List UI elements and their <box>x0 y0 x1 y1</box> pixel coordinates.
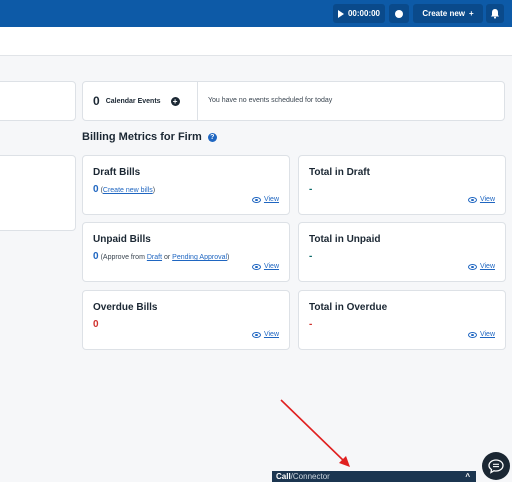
chevron-up-icon[interactable]: ^ <box>465 471 470 482</box>
connector-label-rest: /Connector <box>290 472 330 481</box>
chat-button[interactable] <box>482 452 510 480</box>
arrow-annotation <box>280 399 350 467</box>
chat-icon <box>488 458 504 474</box>
call-connector-bar[interactable]: Call/Connector ^ <box>272 471 476 482</box>
connector-label-call: Call <box>276 472 291 481</box>
